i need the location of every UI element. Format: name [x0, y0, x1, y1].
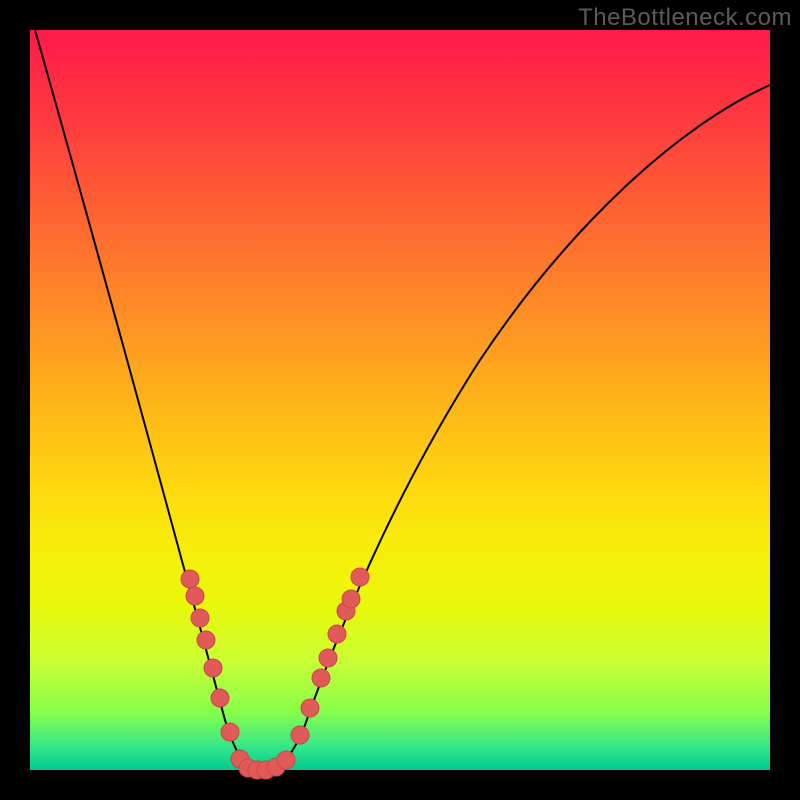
data-marker: [319, 649, 337, 667]
data-marker: [312, 669, 330, 687]
data-marker: [181, 570, 199, 588]
data-marker: [342, 590, 360, 608]
data-marker: [197, 631, 215, 649]
data-marker: [211, 689, 229, 707]
data-marker: [204, 659, 222, 677]
chart-svg: [30, 30, 770, 770]
data-marker: [351, 568, 369, 586]
data-marker: [191, 609, 209, 627]
data-marker: [301, 699, 319, 717]
data-marker: [277, 751, 295, 769]
data-marker: [186, 587, 204, 605]
data-marker: [328, 625, 346, 643]
bottleneck-curve: [35, 30, 770, 770]
watermark-text: TheBottleneck.com: [578, 4, 792, 32]
marker-group: [181, 568, 369, 779]
chart-frame: TheBottleneck.com: [0, 0, 800, 800]
data-marker: [221, 723, 239, 741]
data-marker: [291, 726, 309, 744]
plot-area: [30, 30, 770, 770]
